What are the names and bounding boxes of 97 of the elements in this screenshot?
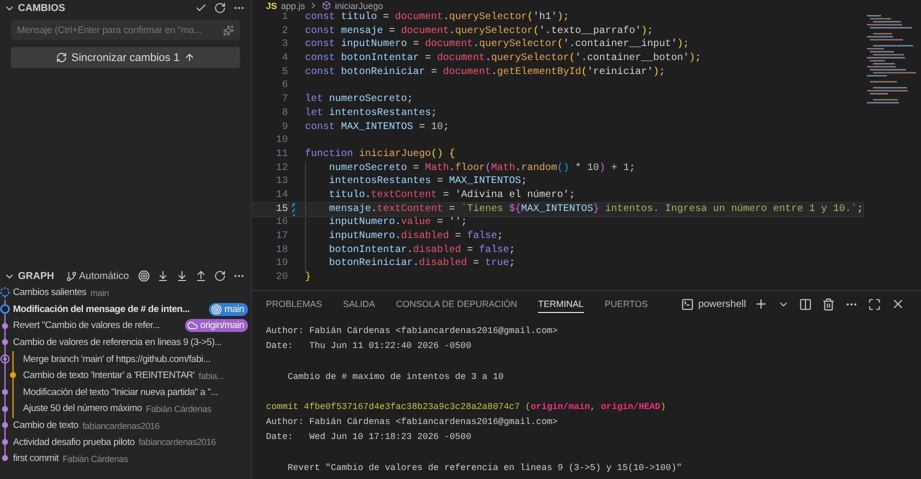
code-line: const botonIntentar = document.querySelector('.container__boton'); bbox=[305, 52, 702, 66]
code-line: inputNumero.value = ''; bbox=[329, 216, 468, 230]
terminal-line: Cambio de # maximo de intentos de 3 a 10 bbox=[286, 372, 504, 382]
commit-message[interactable]: Revert "Cambio de valores de refer... bbox=[13, 320, 160, 332]
line-number: 6 bbox=[280, 79, 289, 94]
breadcrumb-file[interactable]: JS app.js bbox=[266, 0, 306, 10]
code-line: const inputNumero = document.querySelector('.container__input'); bbox=[305, 38, 690, 52]
commit-message[interactable]: Cambio de texto 'Intentar' a 'REINTENTAR' bbox=[23, 370, 195, 382]
commit-detail: fabiancardenas2016 bbox=[82, 420, 160, 431]
commit-message[interactable]: Ajuste 50 del número máximo bbox=[23, 403, 142, 414]
code-line: botonReiniciar.disabled = true; bbox=[329, 257, 516, 272]
section-title: CAMBIOS bbox=[18, 2, 66, 14]
code-line: const mensaje = document.querySelector('.texto__parrafo'); bbox=[305, 24, 654, 38]
line-number: 11 bbox=[274, 148, 289, 162]
refresh-icon[interactable] bbox=[214, 270, 226, 282]
commit-detail: Fabián Cárdenas bbox=[146, 404, 212, 414]
line-number: 13 bbox=[274, 175, 289, 189]
terminal-line: Date: Thu Jun 11 01:22:40 2026 -0500 bbox=[266, 341, 472, 352]
sync-button[interactable]: Sincronizar cambios 1 bbox=[11, 47, 240, 68]
commit-message[interactable]: first commit bbox=[13, 453, 59, 464]
terminal-line: Revert "Cambio de valores de referencia en lineas 9 (3->5) y 15(10->100)" bbox=[286, 462, 682, 473]
commit-message[interactable]: Actividad desafio prueba piloto bbox=[13, 436, 135, 448]
terminal-line: Author: Fabián Cárdenas <fabiancardenas2016@gmail.com> bbox=[266, 326, 558, 336]
js-file-icon: JS bbox=[266, 0, 278, 10]
code-line: let numeroSecreto; bbox=[305, 93, 414, 107]
code-line: titulo.textContent = 'Adivina el número'; bbox=[329, 188, 576, 203]
cube-icon bbox=[322, 1, 332, 10]
split-icon[interactable] bbox=[799, 298, 812, 310]
panel-tab[interactable]: TERMINAL bbox=[538, 295, 584, 313]
panel-tab[interactable]: PROBLEMAS bbox=[266, 295, 322, 313]
code-line: mensaje.textContent = `Tienes ${MAX_INTENTOS} intentos. Ingresa un número entre 1 y 10.`; bbox=[329, 202, 864, 216]
commit-message[interactable]: Cambio de valores de referencia en lineas 9 (3->5)... bbox=[13, 337, 222, 348]
line-number: 10 bbox=[274, 134, 289, 148]
panel-tab[interactable]: CONSOLA DE DEPURACIÓN bbox=[396, 295, 518, 313]
plus-icon[interactable] bbox=[754, 297, 768, 311]
terminal-line: commit 4fbe0f537167d4e3fac38b23a9c3c28a2a8074c7 (origin/main, origin/HEAD) bbox=[266, 402, 666, 412]
line-number: 9 bbox=[280, 120, 289, 134]
mode-button[interactable]: Automático bbox=[66, 270, 129, 282]
commit-message[interactable]: Modificación del mensage de # de inten... bbox=[13, 304, 190, 315]
commit-message[interactable]: Cambios salientes bbox=[13, 287, 86, 298]
commit-message[interactable]: Modificación del texto "Iniciar nueva partida" a "... bbox=[23, 386, 218, 398]
shell-button[interactable]: powershell bbox=[681, 298, 746, 310]
line-number: 20 bbox=[274, 271, 289, 285]
sparkle-icon[interactable] bbox=[223, 24, 234, 36]
code-line: } bbox=[305, 271, 312, 285]
line-number: 4 bbox=[280, 52, 289, 66]
sync-icon bbox=[56, 52, 68, 63]
commit-detail: main bbox=[90, 288, 109, 298]
commit-message[interactable]: Merge branch 'main' of https://github.com/fabi... bbox=[23, 354, 210, 365]
code-line: inputNumero.disabled = false; bbox=[329, 230, 504, 244]
close-icon[interactable] bbox=[891, 297, 905, 311]
branch-badge: origin/main bbox=[185, 319, 248, 332]
line-number: 1 bbox=[280, 11, 289, 25]
terminal-line: Author: Fabián Cárdenas <fabiancardenas2016@gmail.com> bbox=[266, 417, 558, 428]
maximize-icon[interactable] bbox=[868, 298, 881, 310]
commit-detail: fabia... bbox=[198, 370, 224, 381]
code-line: const titulo = document.querySelector('h1'); bbox=[305, 11, 570, 25]
commit-graph-drawing bbox=[0, 450, 10, 462]
code-line: numeroSecreto = Math.floor(Math.random() * 10) + 1; bbox=[329, 162, 636, 176]
branch-icon bbox=[66, 270, 77, 282]
commit-message[interactable]: Cambio de texto bbox=[13, 420, 78, 432]
trash-icon[interactable] bbox=[822, 298, 835, 310]
line-number: 5 bbox=[280, 66, 289, 80]
commit-graph-drawing bbox=[0, 434, 10, 451]
terminal-line: Date: Wed Jun 10 17:18:23 2026 -0500 bbox=[266, 432, 472, 442]
code-line: const MAX_INTENTOS = 10; bbox=[305, 120, 450, 134]
line-number: 12 bbox=[274, 162, 289, 176]
code-line: const botonReiniciar = document.getElementById('reiniciar'); bbox=[305, 66, 666, 80]
refresh-icon[interactable] bbox=[214, 2, 226, 14]
breadcrumb-symbol[interactable]: iniciarJuego bbox=[335, 0, 384, 10]
branch-badge: main bbox=[209, 302, 248, 316]
commit-detail: fabiancardenas2016 bbox=[138, 437, 216, 448]
line-number: 17 bbox=[274, 230, 289, 244]
code-line: botonIntentar.disabled = false; bbox=[329, 244, 516, 258]
line-number: 18 bbox=[274, 244, 289, 258]
check-icon[interactable] bbox=[195, 2, 207, 14]
arrow-up-icon bbox=[184, 52, 195, 63]
line-number: 7 bbox=[280, 93, 289, 107]
panel-tab[interactable]: SALIDA bbox=[343, 295, 376, 313]
target-icon[interactable] bbox=[138, 270, 150, 282]
line-number: 16 bbox=[274, 216, 289, 230]
commit-message-field[interactable]: Mensaje (Ctrl+Enter para confirmar en "ma... bbox=[11, 20, 240, 40]
file-name: app.js bbox=[281, 0, 306, 10]
line-number: 15 bbox=[274, 202, 289, 216]
line-number: 2 bbox=[280, 24, 289, 38]
panel-tab[interactable]: PUERTOS bbox=[604, 295, 648, 313]
section-title: GRAPH bbox=[18, 270, 56, 282]
code-line: let intentosRestantes; bbox=[305, 106, 438, 121]
code-line: function iniciarJuego() { bbox=[305, 148, 456, 162]
line-number: 8 bbox=[280, 106, 289, 121]
line-number: 3 bbox=[280, 38, 289, 52]
commit-detail: Fabián Cárdenas bbox=[62, 454, 128, 464]
terminal-icon bbox=[681, 298, 694, 310]
line-number: 14 bbox=[274, 188, 289, 203]
commit-graph-drawing bbox=[0, 318, 10, 335]
code-line: intentosRestantes = MAX_INTENTOS; bbox=[329, 175, 528, 189]
line-number: 19 bbox=[274, 257, 289, 272]
